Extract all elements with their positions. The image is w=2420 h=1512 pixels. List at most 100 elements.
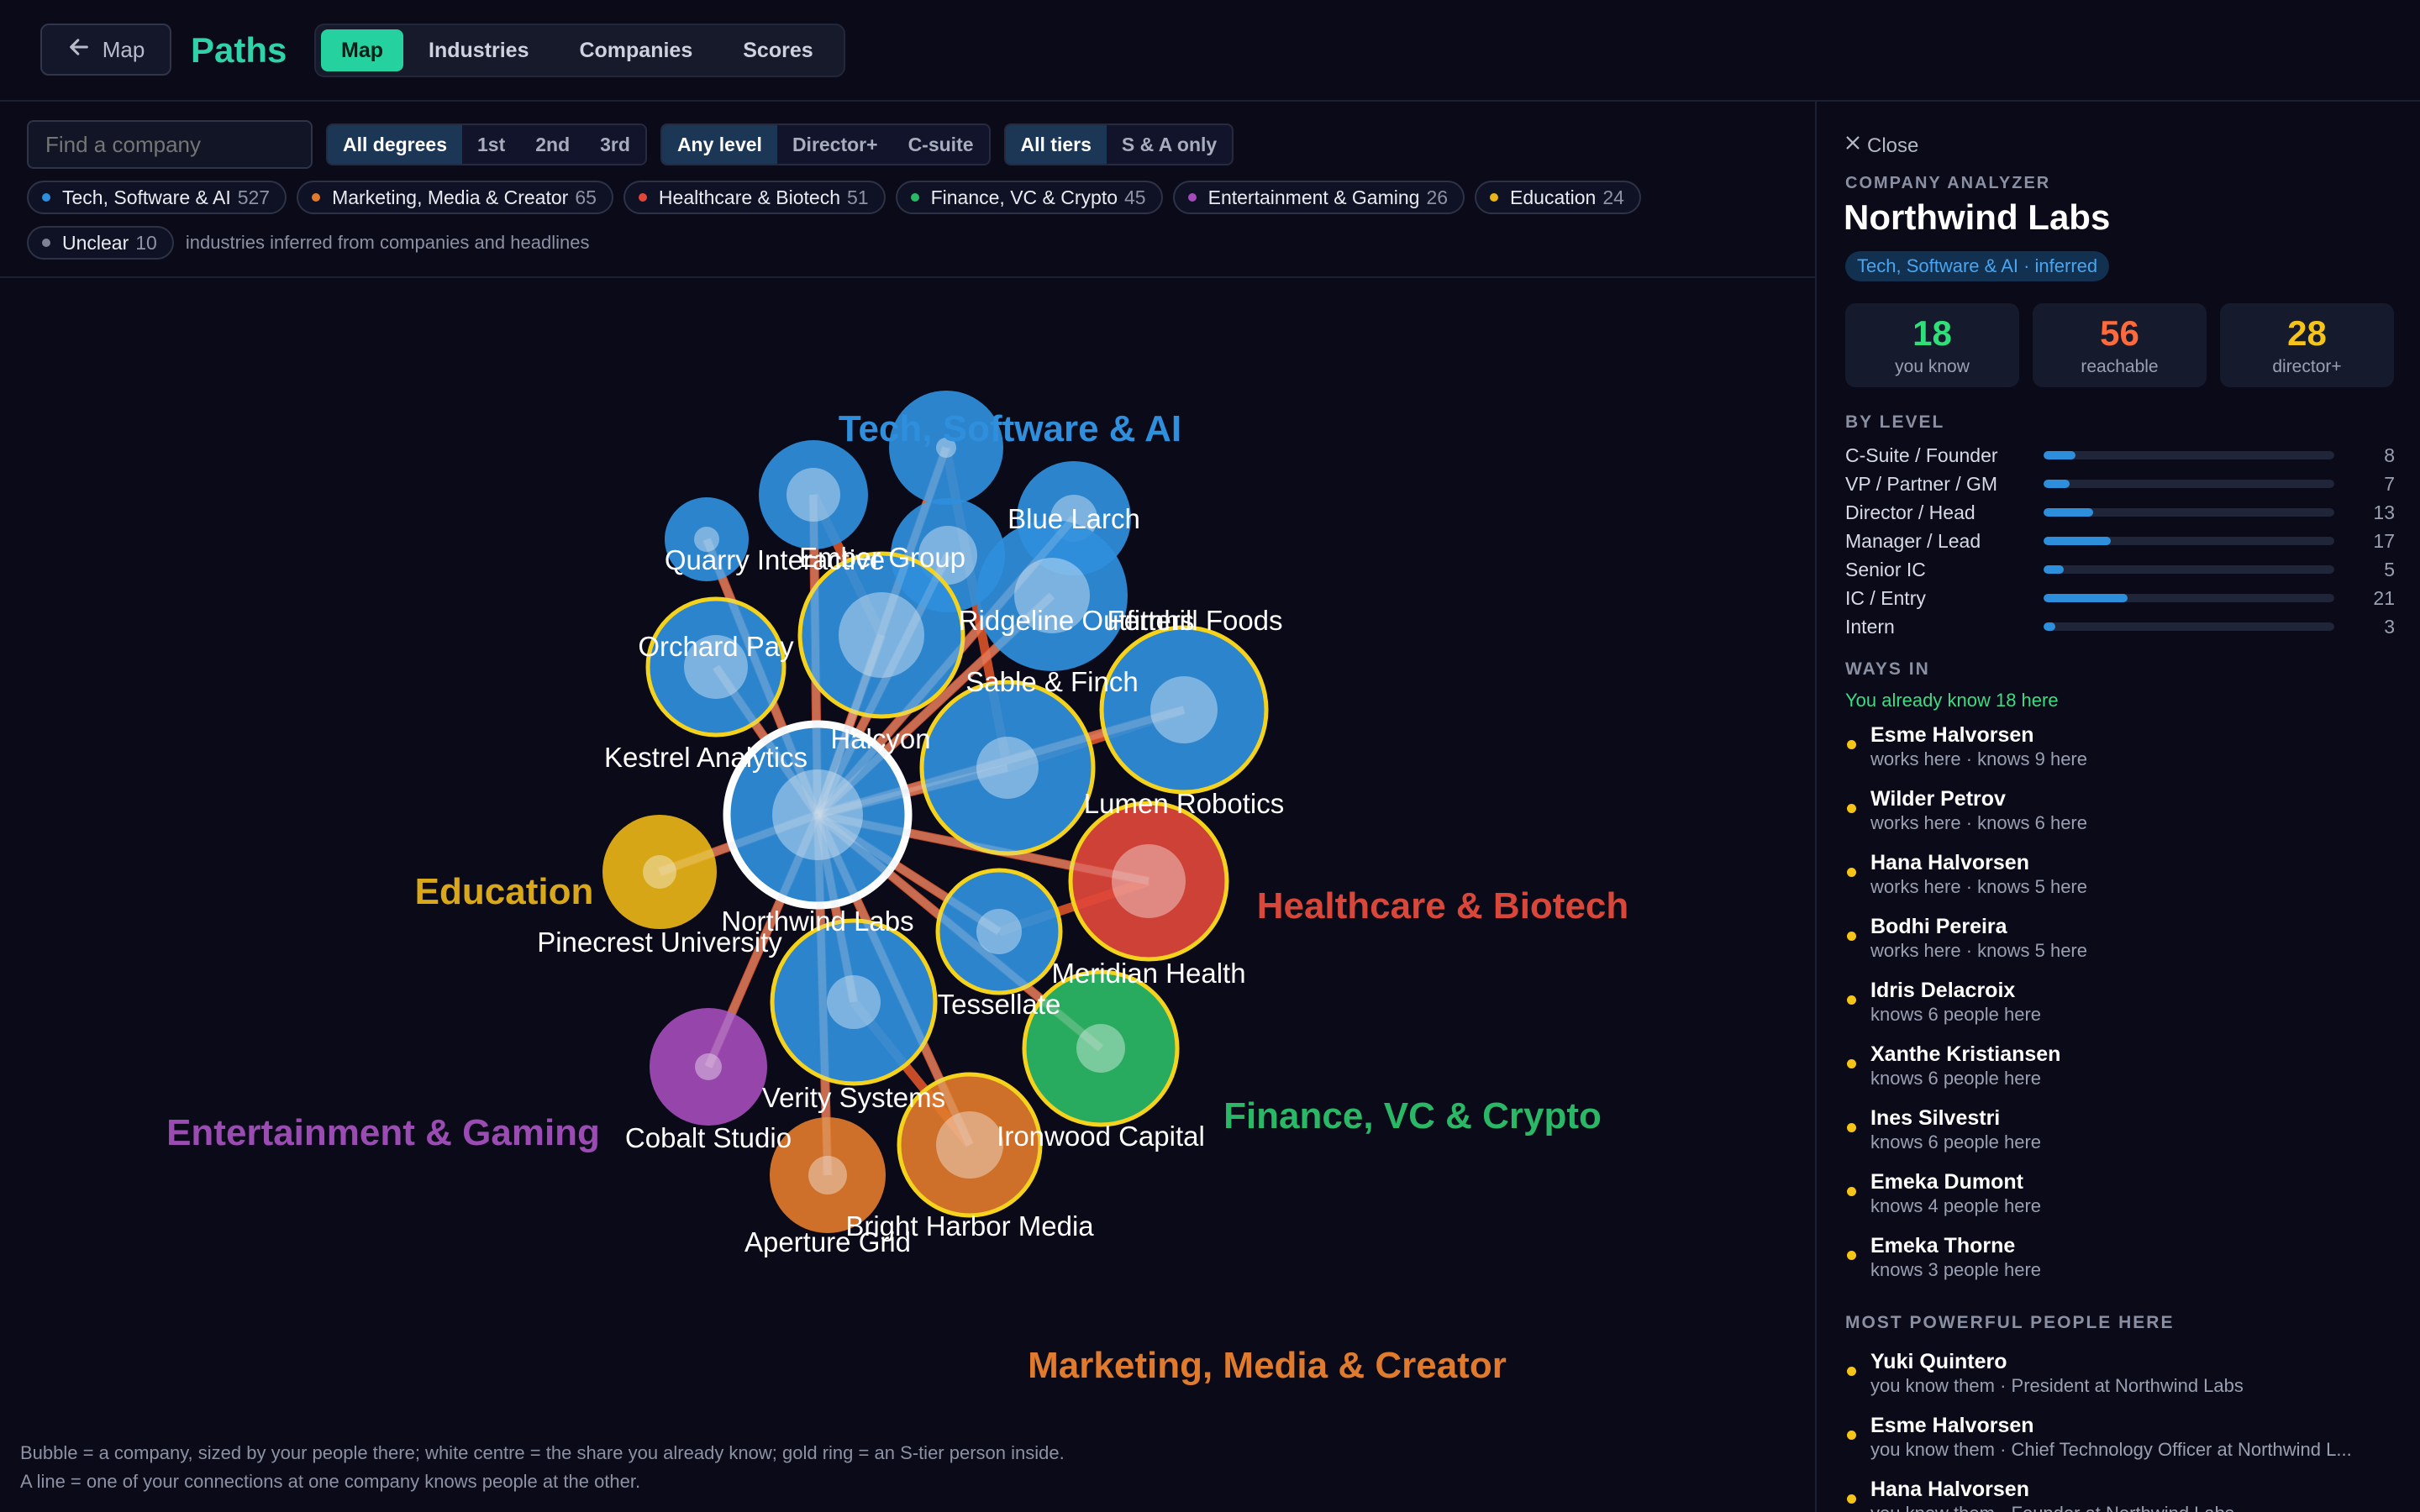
level-bar [2044, 594, 2334, 602]
analyzer-kicker: COMPANY ANALYZER [1845, 174, 2051, 192]
level-bar-fill [2044, 622, 2055, 631]
company-label: Ironwood Capital [997, 1121, 1205, 1152]
industry-color-dot [1490, 193, 1499, 202]
level-csuite-button[interactable]: C-suite [893, 125, 989, 164]
stat-value: 28 [2287, 313, 2327, 353]
person-item[interactable]: Wilder Petrov works here · knows 6 here [1845, 785, 2395, 849]
level-bar [2044, 565, 2334, 574]
company-label: Cobalt Studio [625, 1122, 792, 1153]
back-to-map-button[interactable]: Map [40, 24, 171, 76]
stat-label: director+ [2272, 357, 2342, 376]
tier-dot-icon [1847, 932, 1856, 941]
industry-color-dot [910, 193, 919, 202]
company-title: Northwind Labs [1844, 197, 2111, 237]
level-count: 8 [2384, 444, 2395, 466]
powerful-heading: MOST POWERFUL PEOPLE HERE [1845, 1313, 2175, 1332]
tier-all-button[interactable]: All tiers [1005, 125, 1107, 164]
person-item[interactable]: Bodhi Pereira works here · knows 5 here [1845, 913, 2395, 977]
industry-chip[interactable]: Entertainment & Gaming 26 [1172, 181, 1465, 214]
level-bar [2044, 480, 2334, 488]
person-item[interactable]: Xanthe Kristiansen knows 6 people here [1845, 1041, 2395, 1105]
tab-scores[interactable]: Scores [718, 29, 838, 71]
industry-tag: Tech, Software & AI · inferred [1845, 251, 2110, 281]
level-name: Intern [1845, 615, 1895, 638]
industry-color-dot [42, 239, 50, 247]
company-label: Meridian Health [1051, 958, 1245, 989]
person-item[interactable]: Hana Halvorsen works here · knows 5 here [1845, 849, 2395, 913]
company-search-input[interactable] [27, 120, 313, 169]
person-item[interactable]: Emeka Thorne knows 3 people here [1845, 1232, 2395, 1296]
industry-chip[interactable]: Healthcare & Biotech 51 [623, 181, 886, 214]
industry-chip-label: Unclear [62, 231, 129, 254]
industry-chip-label: Finance, VC & Crypto [930, 186, 1118, 208]
person-name: Ines Silvestri [1870, 1106, 2001, 1130]
person-item[interactable]: Emeka Dumont knows 4 people here [1845, 1168, 2395, 1232]
tier-dot-icon [1847, 1123, 1856, 1132]
level-bar-fill [2044, 594, 2128, 602]
person-item[interactable]: Idris Delacroix knows 6 people here [1845, 977, 2395, 1041]
tier-dot-icon [1847, 868, 1856, 877]
legend-line-1: Bubble = a company, sized by your people… [20, 1442, 1065, 1463]
person-name: Emeka Thorne [1870, 1234, 2016, 1257]
person-name: Idris Delacroix [1870, 979, 2016, 1002]
tab-industries[interactable]: Industries [403, 29, 554, 71]
tab-companies[interactable]: Companies [554, 29, 718, 71]
person-detail: knows 4 people here [1870, 1195, 2042, 1216]
industry-chip-label: Marketing, Media & Creator [332, 186, 569, 208]
person-item[interactable]: Hana Halvorsen you know them · Founder at… [1845, 1476, 2395, 1512]
company-label: Halcyon [830, 723, 930, 754]
legend-line-2: A line = one of your connections at one … [20, 1471, 641, 1492]
company-label: Ember Group [799, 542, 965, 573]
stat-label: reachable [2081, 357, 2159, 376]
person-item[interactable]: Yuki Quintero you know them · President a… [1845, 1348, 2395, 1412]
industry-chip[interactable]: Education 24 [1475, 181, 1641, 214]
level-any-button[interactable]: Any level [661, 125, 777, 164]
person-item[interactable]: Esme Halvorsen works here · knows 9 here [1845, 722, 2395, 785]
main-nav-tabs: Map Industries Companies Scores [314, 24, 845, 77]
person-name: Hana Halvorsen [1870, 851, 2029, 874]
industry-chip[interactable]: Finance, VC & Crypto 45 [895, 181, 1163, 214]
industry-chip[interactable]: Marketing, Media & Creator 65 [297, 181, 613, 214]
person-detail: you know them · Chief Technology Officer… [1870, 1439, 2352, 1460]
industry-chip[interactable]: Tech, Software & AI 527 [27, 181, 287, 214]
stat-label: you know [1895, 357, 1970, 376]
stat-reachable: 56 reachable [2033, 303, 2207, 387]
industry-chip-count: 51 [847, 186, 869, 208]
tab-map[interactable]: Map [321, 29, 403, 71]
level-bar [2044, 451, 2334, 459]
industry-chip[interactable]: Unclear 10 [27, 226, 174, 260]
person-detail: knows 3 people here [1870, 1259, 2042, 1280]
app-brand: Paths [191, 30, 287, 70]
degree-all-button[interactable]: All degrees [328, 125, 462, 164]
person-detail: knows 6 people here [1870, 1131, 2042, 1152]
person-name: Hana Halvorsen [1870, 1478, 2029, 1501]
person-detail: you know them · Founder at Northwind Lab… [1870, 1503, 2395, 1512]
degree-2nd-button[interactable]: 2nd [520, 125, 585, 164]
degree-1st-button[interactable]: 1st [462, 125, 520, 164]
ways-in-heading: WAYS IN [1845, 659, 1930, 679]
tier-s-a-button[interactable]: S & A only [1107, 125, 1232, 164]
industry-cluster-label: Education [415, 871, 594, 912]
level-name: IC / Entry [1845, 586, 1926, 609]
powerful-people-list: Yuki Quintero you know them · President a… [1845, 1348, 2395, 1512]
company-map: Northwind LabsQuarry InteractiveEmber Gr… [166, 391, 1628, 1386]
person-name: Emeka Dumont [1870, 1170, 2023, 1194]
person-item[interactable]: Esme Halvorsen you know them · Chief Tech… [1845, 1412, 2395, 1476]
industry-chip-label: Education [1510, 186, 1597, 208]
industry-color-dot [312, 193, 321, 202]
tier-dot-icon [1847, 1251, 1856, 1260]
industry-chip-count: 527 [237, 186, 271, 208]
close-button[interactable]: Close [1844, 134, 1918, 158]
level-name: Senior IC [1845, 558, 1926, 580]
level-director-button[interactable]: Director+ [777, 125, 893, 164]
degree-3rd-button[interactable]: 3rd [585, 125, 645, 164]
tier-dot-icon [1847, 1059, 1856, 1068]
person-name: Esme Halvorsen [1870, 723, 2034, 747]
stat-cards: 18 you know 56 reachable 28 director+ [1845, 303, 2394, 387]
level-row: Intern 3 [1845, 612, 2395, 641]
person-detail: works here · knows 5 here [1870, 940, 2087, 961]
arrow-left-icon [67, 35, 91, 65]
industries-note: industries inferred from companies and h… [185, 232, 590, 253]
person-item[interactable]: Ines Silvestri knows 6 people here [1845, 1105, 2395, 1168]
tier-dot-icon [1847, 1494, 1856, 1504]
